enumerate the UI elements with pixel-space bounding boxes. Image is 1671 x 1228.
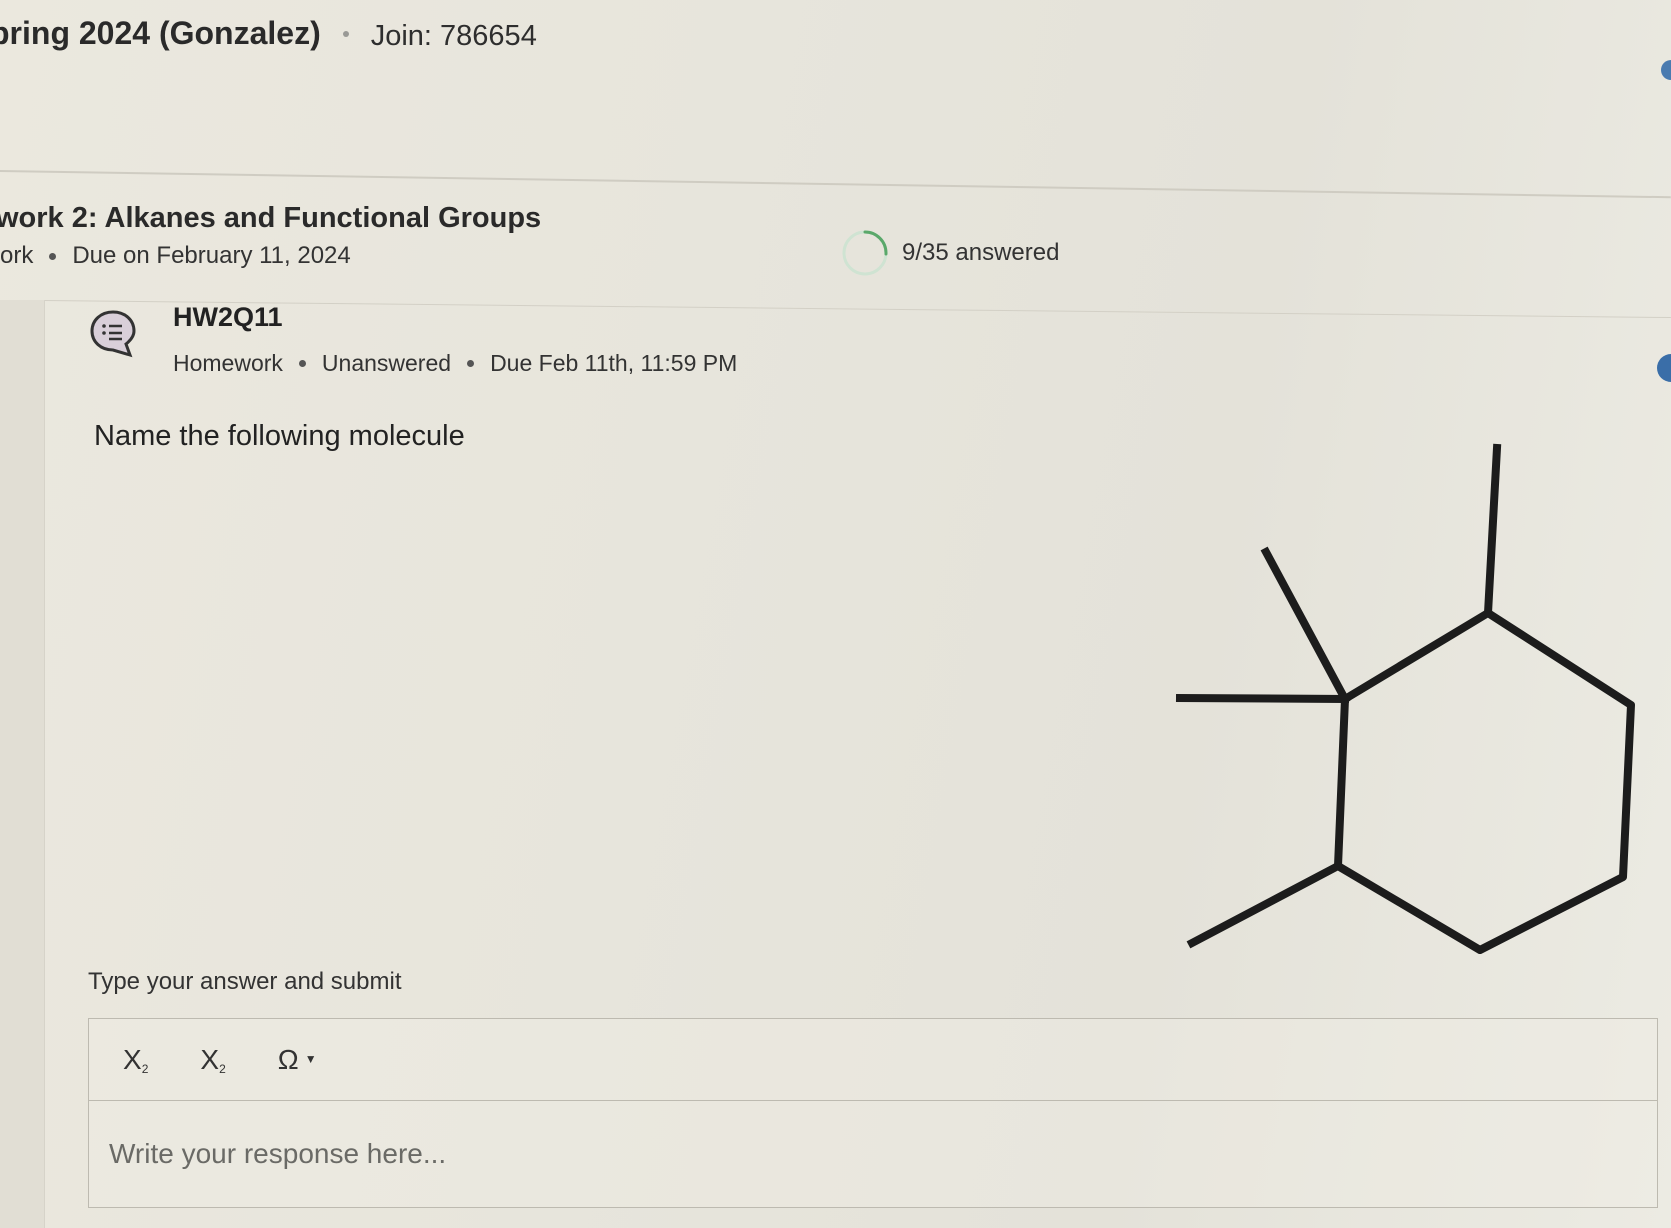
superscript-mark: 2: [219, 1061, 226, 1076]
question-list-icon: [88, 308, 138, 358]
progress-indicator: 9/35 answered: [840, 228, 1059, 278]
header-divider: [0, 170, 1671, 199]
separator-dot: [467, 360, 475, 367]
special-characters-button[interactable]: Ω ▼: [278, 1044, 317, 1076]
answer-label: Type your answer and submit: [88, 968, 402, 995]
omega-icon: Ω: [277, 1043, 299, 1075]
subscript-button[interactable]: X2: [123, 1044, 148, 1076]
question-id[interactable]: HW2Q11: [173, 302, 283, 333]
course-header: pring 2024 (Gonzalez) Join: 786654: [0, 14, 537, 53]
assignment-type: ork: [0, 242, 34, 269]
expand-panel-icon[interactable]: [1657, 354, 1671, 382]
superscript-label: X: [200, 1043, 220, 1075]
screen: pring 2024 (Gonzalez) Join: 786654 work …: [0, 0, 1671, 1228]
progress-text: 9/35 answered: [902, 239, 1060, 266]
edge-button-icon[interactable]: [1661, 60, 1671, 80]
editor-toolbar: X2 X2 Ω ▼: [89, 1019, 1657, 1101]
question-due: Due Feb 11th, 11:59 PM: [490, 350, 738, 376]
subscript-label: X: [123, 1043, 142, 1075]
assignment-meta: ork Due on February 11, 2024: [0, 242, 351, 270]
assignment-due: Due on February 11, 2024: [72, 242, 351, 269]
answer-editor: X2 X2 Ω ▼: [88, 1018, 1658, 1208]
question-status: Unanswered: [321, 350, 452, 376]
question-meta: Homework Unanswered Due Feb 11th, 11:59 …: [173, 350, 737, 377]
caret-down-icon: ▼: [304, 1051, 317, 1066]
question-prompt: Name the following molecule: [94, 420, 465, 452]
question-type: Homework: [173, 350, 283, 376]
molecule-structure-image: [1160, 440, 1660, 965]
subscript-mark: 2: [141, 1061, 149, 1076]
response-input[interactable]: [89, 1101, 1657, 1207]
superscript-button[interactable]: X2: [200, 1044, 225, 1076]
course-title[interactable]: pring 2024 (Gonzalez): [0, 15, 321, 52]
assignment-title[interactable]: work 2: Alkanes and Functional Groups: [0, 202, 541, 235]
progress-ring-icon: [840, 228, 890, 278]
join-code: Join: 786654: [370, 20, 537, 52]
separator-dot: [49, 252, 57, 260]
left-sidebar-edge: [0, 300, 45, 1228]
separator-dot: [342, 30, 349, 37]
question-divider: [44, 300, 1671, 319]
separator-dot: [298, 360, 306, 367]
